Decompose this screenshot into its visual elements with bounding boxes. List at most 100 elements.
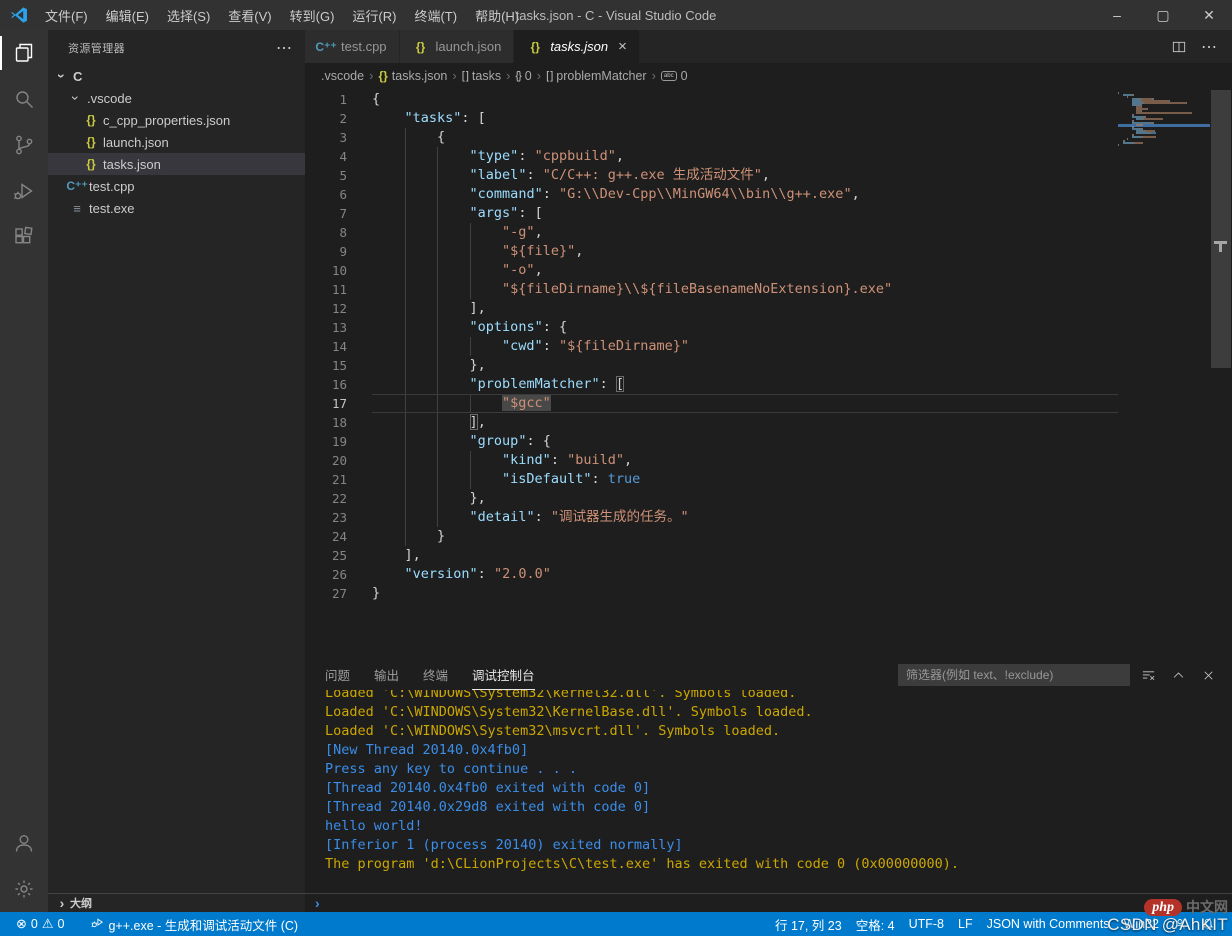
line-number: 13	[305, 318, 372, 337]
breadcrumb-item-tasks[interactable]: [ ]tasks	[462, 69, 501, 83]
status--17-23[interactable]: 行 17, 列 23	[768, 915, 849, 934]
code-line-6: 6 "command": "G:\\Dev-Cpp\\MinGW64\\bin\…	[305, 185, 1118, 204]
source-control-icon[interactable]	[0, 122, 48, 168]
code-area[interactable]: 1{2 "tasks": [3 {4 "type": "cppbuild",5 …	[305, 88, 1118, 660]
tab-tasks.json[interactable]: {}tasks.json×	[514, 30, 640, 63]
code-line-7: 7 "args": [	[305, 204, 1118, 223]
line-content: "${fileDirname}\\${fileBasenameNoExtensi…	[372, 280, 1118, 299]
extensions-icon[interactable]	[0, 214, 48, 260]
files-icon[interactable]	[0, 30, 48, 76]
explorer-more-icon[interactable]: ⋯	[276, 38, 293, 58]
tree-item-test.exe[interactable]: ≡test.exe	[48, 197, 305, 219]
editor-scrollbar[interactable]	[1210, 88, 1232, 660]
breadcrumb-label: 0	[525, 69, 532, 83]
cpp-file-icon: C⁺⁺	[317, 40, 335, 54]
menu-编[interactable]: 编辑(E)	[97, 0, 158, 30]
breadcrumb-item-0[interactable]: {}0	[515, 69, 531, 83]
split-editor-icon[interactable]	[1166, 34, 1192, 60]
line-content: "$gcc"	[372, 394, 1118, 413]
line-content: "type": "cppbuild",	[372, 147, 1118, 166]
panel-tab-终端[interactable]: 终端	[423, 660, 448, 690]
breadcrumb-item-problemMatcher[interactable]: [ ]problemMatcher	[546, 69, 647, 83]
tree-item-test.cpp[interactable]: C⁺⁺test.cpp	[48, 175, 305, 197]
debug-console-input[interactable]: ›	[305, 893, 1232, 912]
json-symbol-icon: {}	[378, 69, 387, 83]
code-line-12: 12 ],	[305, 299, 1118, 318]
vscode-logo-icon	[10, 6, 28, 24]
line-number: 27	[305, 584, 372, 603]
status-win32[interactable]: Win32	[1117, 917, 1166, 931]
code-line-9: 9 "${file}",	[305, 242, 1118, 261]
maximize-button[interactable]: ▢	[1140, 0, 1186, 30]
tree-item-launch.json[interactable]: {}launch.json	[48, 131, 305, 153]
editor-tab-bar: C⁺⁺ test.cpp {}launch.json{}tasks.json× ⋯	[305, 30, 1232, 63]
line-content: "${file}",	[372, 242, 1118, 261]
line-content: {	[372, 90, 1118, 109]
maximize-panel-icon[interactable]	[1166, 663, 1190, 687]
minimize-button[interactable]: –	[1094, 0, 1140, 30]
code-line-27: 27}	[305, 584, 1118, 603]
menu-运[interactable]: 运行(R)	[343, 0, 405, 30]
breadcrumb-item-0[interactable]: abc0	[661, 69, 688, 83]
breadcrumb-item-.vscode[interactable]: .vscode	[321, 69, 364, 83]
status-json-with-comments[interactable]: JSON with Comments	[980, 917, 1117, 931]
breadcrumb-separator: ›	[369, 68, 373, 83]
menu-帮[interactable]: 帮助(H)	[466, 0, 528, 30]
minimap[interactable]	[1118, 88, 1210, 660]
tree-item-C[interactable]: ›C	[48, 65, 305, 87]
feedback-icon[interactable]	[1166, 917, 1194, 931]
code-line-20: 20 "kind": "build",	[305, 451, 1118, 470]
problems-status[interactable]: ⊗ 0 ⚠ 0	[10, 912, 70, 936]
editor[interactable]: 1{2 "tasks": [3 {4 "type": "cppbuild",5 …	[305, 88, 1232, 660]
menu-查[interactable]: 查看(V)	[219, 0, 280, 30]
account-icon[interactable]	[0, 820, 48, 866]
search-icon[interactable]	[0, 76, 48, 122]
menu-选[interactable]: 选择(S)	[158, 0, 219, 30]
close-tab-icon[interactable]: ×	[618, 38, 627, 55]
debug-console-output[interactable]: Loaded 'C:\WINDOWS\System32\kernel32.dll…	[305, 690, 1232, 893]
tab-launch.json[interactable]: {}launch.json	[400, 30, 515, 63]
tree-item-c_cpp_properties.json[interactable]: {}c_cpp_properties.json	[48, 109, 305, 131]
chevron-right-icon: ›	[54, 895, 70, 911]
close-button[interactable]: ✕	[1186, 0, 1232, 30]
scrollbar-slider[interactable]	[1211, 90, 1231, 368]
code-line-1: 1{	[305, 90, 1118, 109]
more-actions-icon[interactable]: ⋯	[1196, 34, 1222, 60]
code-line-24: 24 }	[305, 527, 1118, 546]
run-debug-icon[interactable]	[0, 168, 48, 214]
panel-tab-调试控制台[interactable]: 调试控制台	[472, 660, 535, 690]
menu-转[interactable]: 转到(G)	[281, 0, 344, 30]
clear-console-icon[interactable]	[1136, 663, 1160, 687]
breadcrumb-item-tasks.json[interactable]: {}tasks.json	[378, 69, 447, 83]
tree-item-tasks.json[interactable]: {}tasks.json	[48, 153, 305, 175]
line-number: 4	[305, 147, 372, 166]
line-number: 18	[305, 413, 372, 432]
tab-label: test.cpp	[341, 39, 387, 54]
status-utf-8[interactable]: UTF-8	[902, 917, 951, 931]
debug-task-status[interactable]: g++.exe - 生成和调试活动文件 (C)	[84, 912, 304, 936]
menu-文[interactable]: 文件(F)	[36, 0, 97, 30]
outline-section[interactable]: › 大纲	[48, 893, 305, 912]
editor-actions: ⋯	[1166, 30, 1232, 63]
minimap-line	[1118, 144, 1210, 146]
line-content: "detail": "调试器生成的任务。"	[372, 508, 1118, 527]
line-number: 9	[305, 242, 372, 261]
line-number: 20	[305, 451, 372, 470]
error-count: 0	[31, 917, 38, 931]
breadcrumb-label: .vscode	[321, 69, 364, 83]
line-content: },	[372, 489, 1118, 508]
tab-test.cpp[interactable]: C⁺⁺ test.cpp	[305, 30, 400, 63]
settings-gear-icon[interactable]	[0, 866, 48, 912]
status-lf[interactable]: LF	[951, 917, 980, 931]
menu-终[interactable]: 终端(T)	[405, 0, 466, 30]
status--4[interactable]: 空格: 4	[849, 915, 902, 934]
panel-tab-输出[interactable]: 输出	[374, 660, 399, 690]
window-controls: – ▢ ✕	[1094, 0, 1232, 30]
debug-console-filter-input[interactable]	[898, 664, 1130, 686]
code-line-18: 18 ],	[305, 413, 1118, 432]
panel-tab-问题[interactable]: 问题	[325, 660, 350, 690]
close-panel-icon[interactable]	[1196, 663, 1220, 687]
notifications-bell-icon[interactable]	[1194, 917, 1222, 931]
tree-item-.vscode[interactable]: ›.vscode	[48, 87, 305, 109]
tree-item-label: .vscode	[87, 91, 132, 106]
